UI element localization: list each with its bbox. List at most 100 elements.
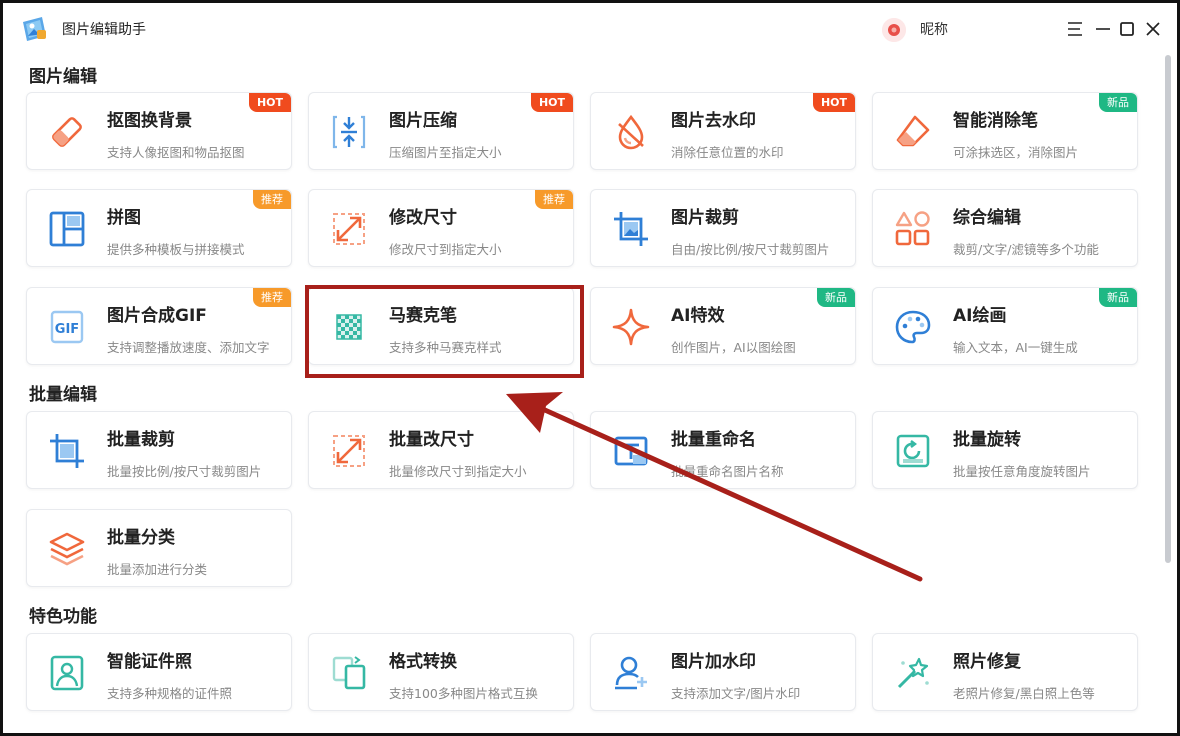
maximize-button[interactable] (1116, 16, 1138, 42)
close-button[interactable] (1142, 16, 1164, 42)
card-title: 图片压缩 (389, 111, 457, 131)
card-title: 抠图换背景 (107, 111, 192, 131)
card-desc: 批量按比例/按尺寸裁剪图片 (107, 464, 262, 479)
menu-icon (1068, 22, 1082, 36)
card-title: 照片修复 (953, 652, 1021, 672)
card-batch-classify[interactable]: 批量分类 批量添加进行分类 (26, 509, 292, 587)
card-title: AI特效 (671, 306, 725, 326)
card-desc: 支持100多种图片格式互换 (389, 686, 538, 701)
card-batch-crop[interactable]: 批量裁剪 批量按比例/按尺寸裁剪图片 (26, 411, 292, 489)
card-resize[interactable]: 修改尺寸 修改尺寸到指定大小 推荐 (308, 189, 574, 267)
card-comprehensive-edit[interactable]: 综合编辑 裁剪/文字/滤镜等多个功能 (872, 189, 1138, 267)
card-title: 批量重命名 (671, 430, 756, 450)
scrollbar[interactable] (1165, 55, 1171, 563)
card-desc: 消除任意位置的水印 (671, 145, 784, 160)
eraser-icon (52, 117, 82, 147)
card-format-convert[interactable]: 格式转换 支持100多种图片格式互换 (308, 633, 574, 711)
card-batch-resize[interactable]: 批量改尺寸 批量修改尺寸到指定大小 (308, 411, 574, 489)
card-desc: 修改尺寸到指定大小 (389, 242, 502, 257)
app-title: 图片编辑助手 (62, 22, 146, 38)
close-icon (1146, 22, 1160, 36)
card-title: 批量改尺寸 (389, 430, 474, 450)
card-ai-effects[interactable]: AI特效 创作图片，AI以图绘图 新品 (590, 287, 856, 365)
card-remove-watermark[interactable]: 图片去水印 消除任意位置的水印 HOT (590, 92, 856, 170)
card-title: 批量分类 (107, 528, 175, 548)
card-desc: 支持多种马赛克样式 (389, 340, 502, 355)
card-title: 智能消除笔 (953, 111, 1038, 131)
card-title: 图片去水印 (671, 111, 756, 131)
drop-slash-icon (618, 114, 644, 150)
new-badge: 新品 (1099, 288, 1137, 307)
resize-icon (333, 213, 365, 245)
card-cutout-background[interactable]: 抠图换背景 支持人像抠图和物品抠图 HOT (26, 92, 292, 170)
card-batch-rename[interactable]: 批量重命名 批量重命名图片名称 (590, 411, 856, 489)
card-desc: 批量修改尺寸到指定大小 (389, 464, 527, 479)
hot-badge: HOT (812, 93, 855, 112)
menu-button[interactable] (1064, 16, 1086, 42)
card-desc: 支持添加文字/图片水印 (671, 686, 801, 701)
card-title: 拼图 (107, 208, 141, 228)
palette-icon (895, 310, 931, 344)
app-logo-icon (23, 17, 46, 41)
card-title: 格式转换 (389, 652, 457, 672)
card-smart-eraser[interactable]: 智能消除笔 可涂抹选区，消除图片 新品 (872, 92, 1138, 170)
card-desc: 支持多种规格的证件照 (107, 686, 233, 701)
hot-badge: HOT (530, 93, 573, 112)
card-desc: 压缩图片至指定大小 (389, 145, 502, 160)
card-ai-painting[interactable]: AI绘画 输入文本，AI一键生成 新品 (872, 287, 1138, 365)
card-photo-repair[interactable]: 照片修复 老照片修复/黑白照上色等 (872, 633, 1138, 711)
card-desc: 裁剪/文字/滤镜等多个功能 (953, 242, 1099, 257)
minimize-button[interactable] (1092, 16, 1114, 42)
card-desc: 提供多种模板与拼接模式 (107, 242, 245, 257)
compress-icon (332, 115, 366, 149)
batch-crop-icon (50, 434, 84, 468)
card-desc: 老照片修复/黑白照上色等 (953, 686, 1095, 701)
card-collage[interactable]: 拼图 提供多种模板与拼接模式 推荐 (26, 189, 292, 267)
batch-resize-icon (333, 435, 365, 467)
section-title-batch-edit: 批量编辑 (29, 385, 97, 405)
app-window: 图片编辑助手 昵称 图片编辑 批量编辑 特色功能 抠图换背景 支持人像抠图和物品… (0, 0, 1180, 736)
section-title-features: 特色功能 (29, 607, 97, 627)
hot-badge: HOT (248, 93, 291, 112)
new-badge: 新品 (1099, 93, 1137, 112)
watermark-icon (615, 656, 647, 690)
section-title-image-edit: 图片编辑 (29, 67, 97, 87)
card-desc: 支持调整播放速度、添加文字 (107, 340, 270, 355)
card-desc: 批量重命名图片名称 (671, 464, 784, 479)
card-desc: 输入文本，AI一键生成 (953, 340, 1078, 355)
card-add-watermark[interactable]: 图片加水印 支持添加文字/图片水印 (590, 633, 856, 711)
card-mosaic-pen[interactable]: 马赛克笔 支持多种马赛克样式 (308, 287, 574, 365)
card-title: 智能证件照 (107, 652, 192, 672)
card-image-compress[interactable]: 图片压缩 压缩图片至指定大小 HOT (308, 92, 574, 170)
card-desc: 创作图片，AI以图绘图 (671, 340, 796, 355)
gif-icon: GIF (50, 310, 84, 344)
recommend-badge: 推荐 (535, 190, 573, 209)
card-image-crop[interactable]: 图片裁剪 自由/按比例/按尺寸裁剪图片 (590, 189, 856, 267)
recommend-badge: 推荐 (253, 288, 291, 307)
id-photo-icon (50, 655, 84, 691)
card-desc: 可涂抹选区，消除图片 (953, 145, 1079, 160)
user-nickname[interactable]: 昵称 (920, 19, 948, 39)
shapes-icon (895, 211, 930, 246)
maximize-icon (1120, 22, 1134, 36)
sparkle-icon (612, 308, 650, 346)
card-title: 批量旋转 (953, 430, 1021, 450)
card-id-photo[interactable]: 智能证件照 支持多种规格的证件照 (26, 633, 292, 711)
card-title: 修改尺寸 (389, 208, 457, 228)
card-desc: 自由/按比例/按尺寸裁剪图片 (671, 242, 830, 257)
card-desc: 批量按任意角度旋转图片 (953, 464, 1091, 479)
rotate-icon (896, 434, 930, 468)
card-batch-rotate[interactable]: 批量旋转 批量按任意角度旋转图片 (872, 411, 1138, 489)
card-make-gif[interactable]: GIF 图片合成GIF 支持调整播放速度、添加文字 推荐 (26, 287, 292, 365)
rename-icon (614, 436, 648, 466)
crop-icon (614, 212, 648, 246)
magic-wand-icon (897, 657, 929, 689)
card-title: 批量裁剪 (107, 430, 175, 450)
card-desc: 批量添加进行分类 (107, 562, 208, 577)
card-title: 综合编辑 (953, 208, 1021, 228)
mosaic-icon (336, 314, 362, 340)
card-title: AI绘画 (953, 306, 1007, 326)
collage-icon (49, 211, 85, 247)
avatar[interactable] (882, 18, 906, 42)
card-title: 图片合成GIF (107, 306, 207, 326)
